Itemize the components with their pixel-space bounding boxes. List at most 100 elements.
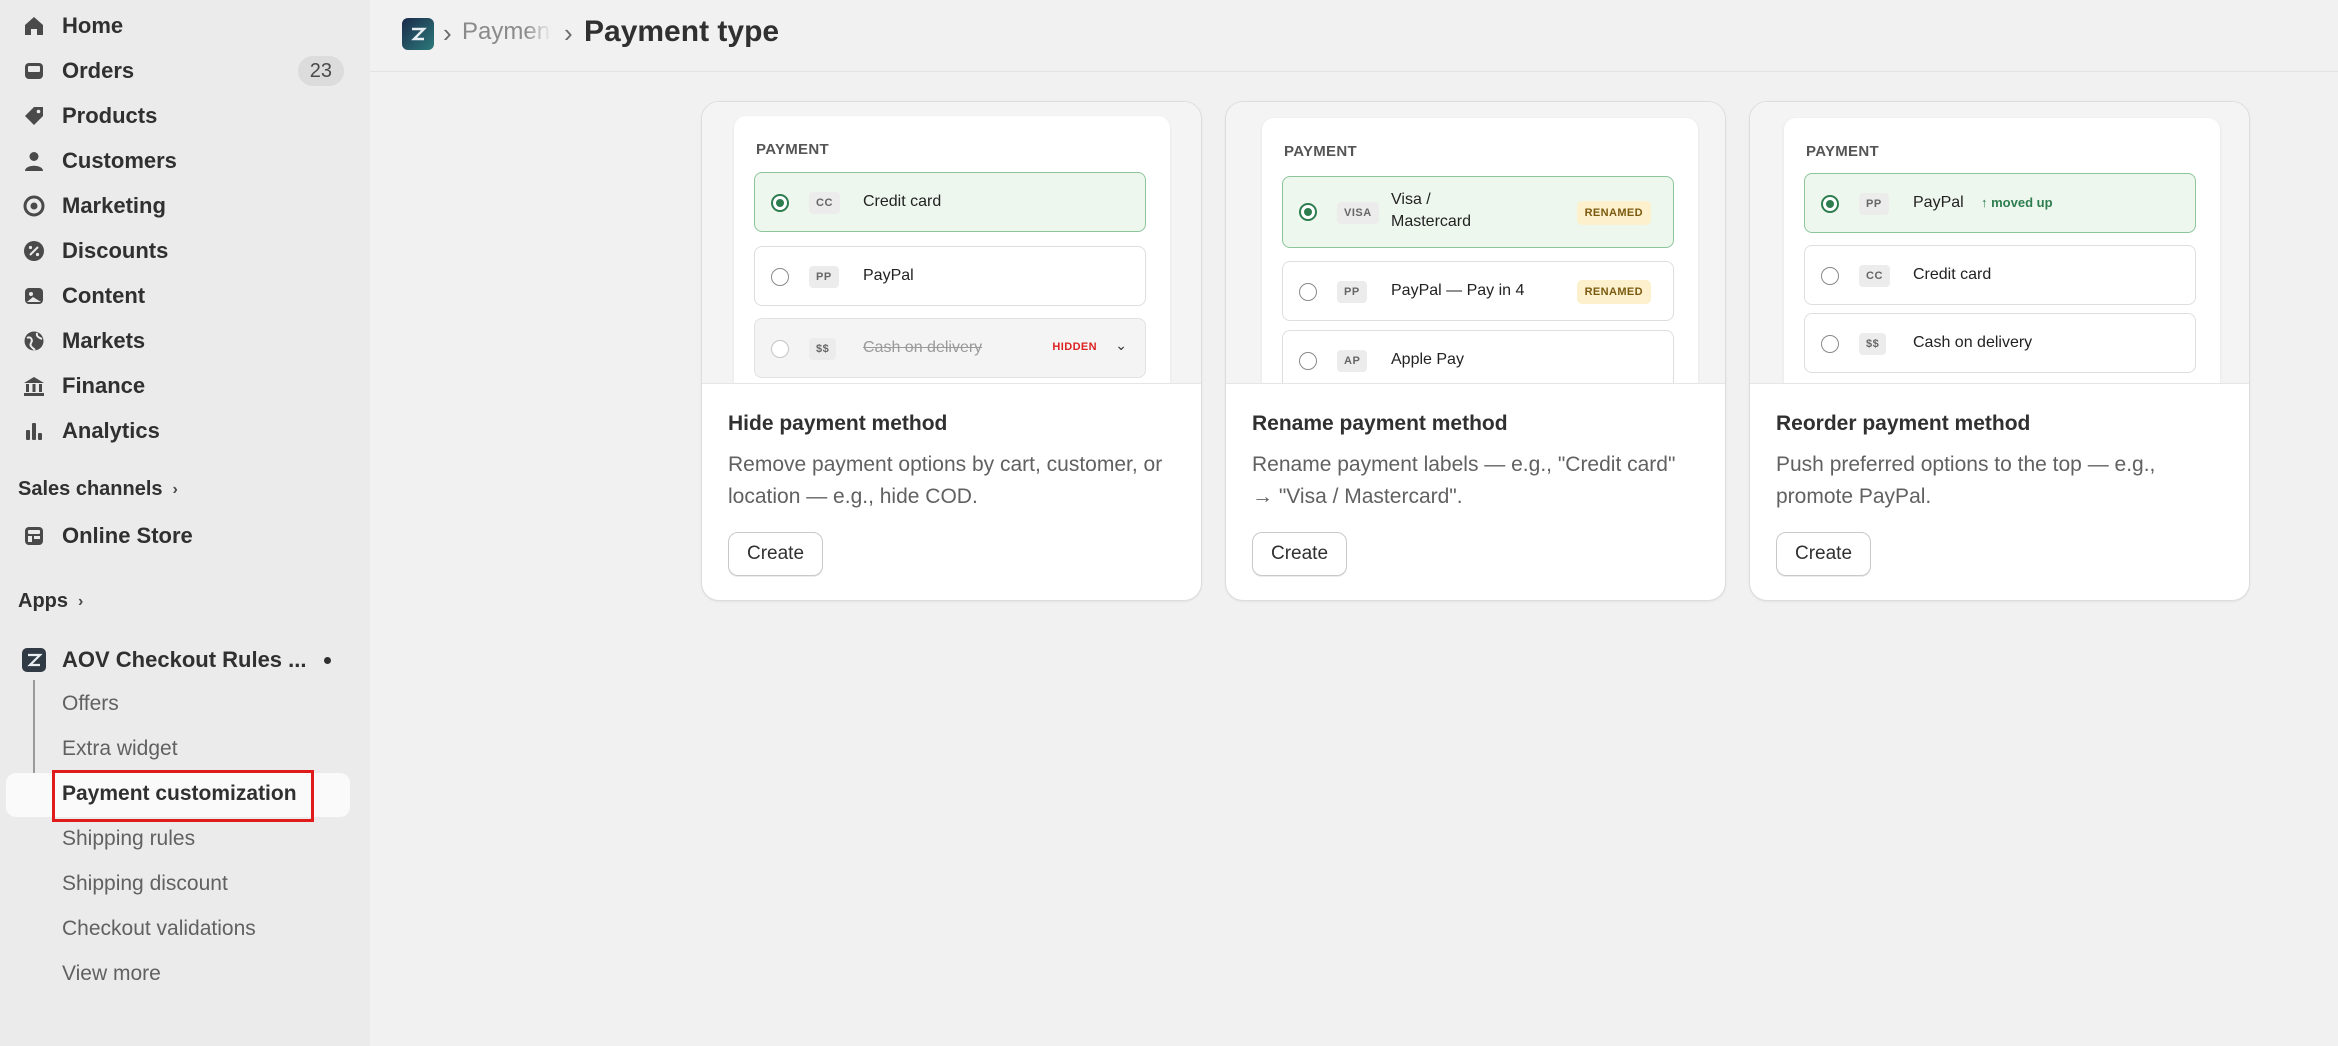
card-description: Remove payment options by cart, customer… [728, 453, 1163, 508]
radio-selected-icon [771, 194, 789, 212]
breadcrumb-separator-icon: › [564, 18, 573, 48]
create-rename-button[interactable]: Create [1252, 532, 1348, 576]
app-logo-icon [22, 648, 46, 672]
person-icon [22, 149, 46, 173]
option-label: PayPal [1913, 194, 1964, 211]
sub-nav-checkout-validations[interactable]: Checkout validations [62, 917, 256, 941]
sub-nav-shipping-discount[interactable]: Shipping discount [62, 872, 228, 896]
option-label: PayPal [863, 267, 914, 284]
sub-nav-shipping-rules[interactable]: Shipping rules [62, 827, 195, 851]
mock-option-hidden: $$ Cash on delivery HIDDEN ⌄ [754, 318, 1146, 378]
nav-label: Content [62, 283, 146, 308]
option-label: Credit card [1913, 266, 1992, 283]
payment-code-chip: $$ [809, 338, 837, 360]
bank-icon [22, 374, 46, 398]
payment-code-chip: PP [809, 266, 839, 288]
nav-finance[interactable]: Finance [0, 364, 370, 408]
app-logo-icon[interactable] [402, 18, 434, 50]
nav-label: Home [62, 13, 124, 38]
sub-nav-view-more[interactable]: View more [62, 962, 161, 986]
option-label: Apple Pay [1391, 351, 1464, 368]
mock-heading: PAYMENT [756, 141, 829, 158]
payment-code-chip: AP [1337, 350, 1368, 372]
payment-mockup: PAYMENT VISA Visa / Mastercard RENAMED P… [1262, 118, 1698, 383]
nav-label: Marketing [62, 193, 166, 218]
payment-code-chip: CC [1859, 265, 1890, 287]
home-icon [22, 14, 46, 38]
mock-heading: PAYMENT [1806, 143, 1879, 160]
radio-icon [1299, 352, 1317, 370]
bar-chart-icon [22, 419, 46, 443]
radio-icon [1821, 335, 1839, 353]
nav-label: Orders [62, 58, 135, 83]
rename-payment-method-card: PAYMENT VISA Visa / Mastercard RENAMED P… [1225, 101, 1726, 601]
card-preview: PAYMENT VISA Visa / Mastercard RENAMED P… [1226, 102, 1725, 384]
card-preview: PAYMENT CC Credit card PP PayPal $$ Cash… [702, 102, 1201, 384]
nav-content[interactable]: Content [0, 274, 370, 318]
card-description: Rename payment labels — e.g., "Credit ca… [1252, 453, 1676, 508]
nav-markets[interactable]: Markets [0, 319, 370, 363]
create-reorder-button[interactable]: Create [1776, 532, 1872, 576]
pin-dot [324, 657, 331, 664]
inbox-icon [22, 59, 46, 83]
nav-app-aov-checkout-rules[interactable]: AOV Checkout Rules ... [0, 638, 370, 682]
nav-home[interactable]: Home [0, 4, 370, 48]
tag-icon [22, 104, 46, 128]
store-icon [22, 524, 46, 548]
nav-label: Finance [62, 373, 146, 398]
payment-code-chip: VISA [1337, 202, 1379, 224]
apps-label: Apps [18, 590, 68, 612]
option-label: Cash on delivery [863, 339, 983, 356]
nav-products[interactable]: Products [0, 94, 370, 138]
highlight-annotation [52, 770, 314, 822]
radio-icon [771, 268, 789, 286]
page-title: Payment type [584, 15, 780, 48]
moved-up-tag: ↑ moved up [1981, 195, 2053, 210]
apps-heading[interactable]: Apps › [18, 590, 83, 613]
nav-analytics[interactable]: Analytics [0, 409, 370, 453]
chevron-right-icon: › [172, 480, 178, 498]
payment-mockup: PAYMENT PP PayPal ↑ moved up CC Credit c… [1784, 118, 2220, 383]
mock-option: AP Apple Pay [1282, 330, 1674, 383]
payment-code-chip: PP [1337, 281, 1367, 303]
hide-payment-method-card: PAYMENT CC Credit card PP PayPal $$ Cash… [701, 101, 1202, 601]
sub-nav-offers[interactable]: Offers [62, 692, 119, 716]
mock-option: PP PayPal [754, 246, 1146, 306]
mock-option: CC Credit card [754, 172, 1146, 232]
radio-icon [771, 340, 789, 358]
breadcrumb-parent[interactable]: Payment [462, 18, 552, 46]
sales-channels-label: Sales channels [18, 478, 163, 500]
payment-code-chip: PP [1859, 193, 1889, 215]
nav-label: AOV Checkout Rules ... [62, 647, 307, 672]
card-preview: PAYMENT PP PayPal ↑ moved up CC Credit c… [1750, 102, 2249, 384]
sales-channels-heading[interactable]: Sales channels › [18, 478, 178, 501]
radio-selected-icon [1299, 203, 1317, 221]
sub-nav-extra-widget[interactable]: Extra widget [62, 737, 178, 761]
create-hide-button[interactable]: Create [728, 532, 824, 576]
content-icon [22, 284, 46, 308]
nav-label: Online Store [62, 523, 193, 548]
nav-discounts[interactable]: Discounts [0, 229, 370, 273]
card-description: Push preferred options to the top — e.g.… [1776, 453, 2156, 508]
mock-option: VISA Visa / Mastercard RENAMED [1282, 176, 1674, 248]
mock-option: CC Credit card [1804, 245, 2196, 305]
payment-code-chip: $$ [1859, 333, 1887, 355]
card-title: Rename payment method [1252, 412, 1508, 435]
nav-label: Markets [62, 328, 146, 353]
nav-orders[interactable]: Orders 23 [0, 49, 370, 93]
globe-icon [22, 329, 46, 353]
discount-icon [22, 239, 46, 263]
radio-icon [1821, 267, 1839, 285]
radio-icon [1299, 283, 1317, 301]
chevron-down-icon: ⌄ [1115, 337, 1127, 353]
nav-label: Discounts [62, 238, 169, 263]
mock-option: $$ Cash on delivery [1804, 313, 2196, 373]
nav-label: Customers [62, 148, 177, 173]
mock-option: PP PayPal — Pay in 4 RENAMED [1282, 261, 1674, 321]
option-label: Visa / Mastercard [1391, 191, 1472, 230]
nav-online-store[interactable]: Online Store [0, 514, 370, 558]
renamed-tag: RENAMED [1576, 280, 1651, 304]
nav-marketing[interactable]: Marketing [0, 184, 370, 228]
nav-customers[interactable]: Customers [0, 139, 370, 183]
orders-count-badge: 23 [297, 56, 344, 86]
